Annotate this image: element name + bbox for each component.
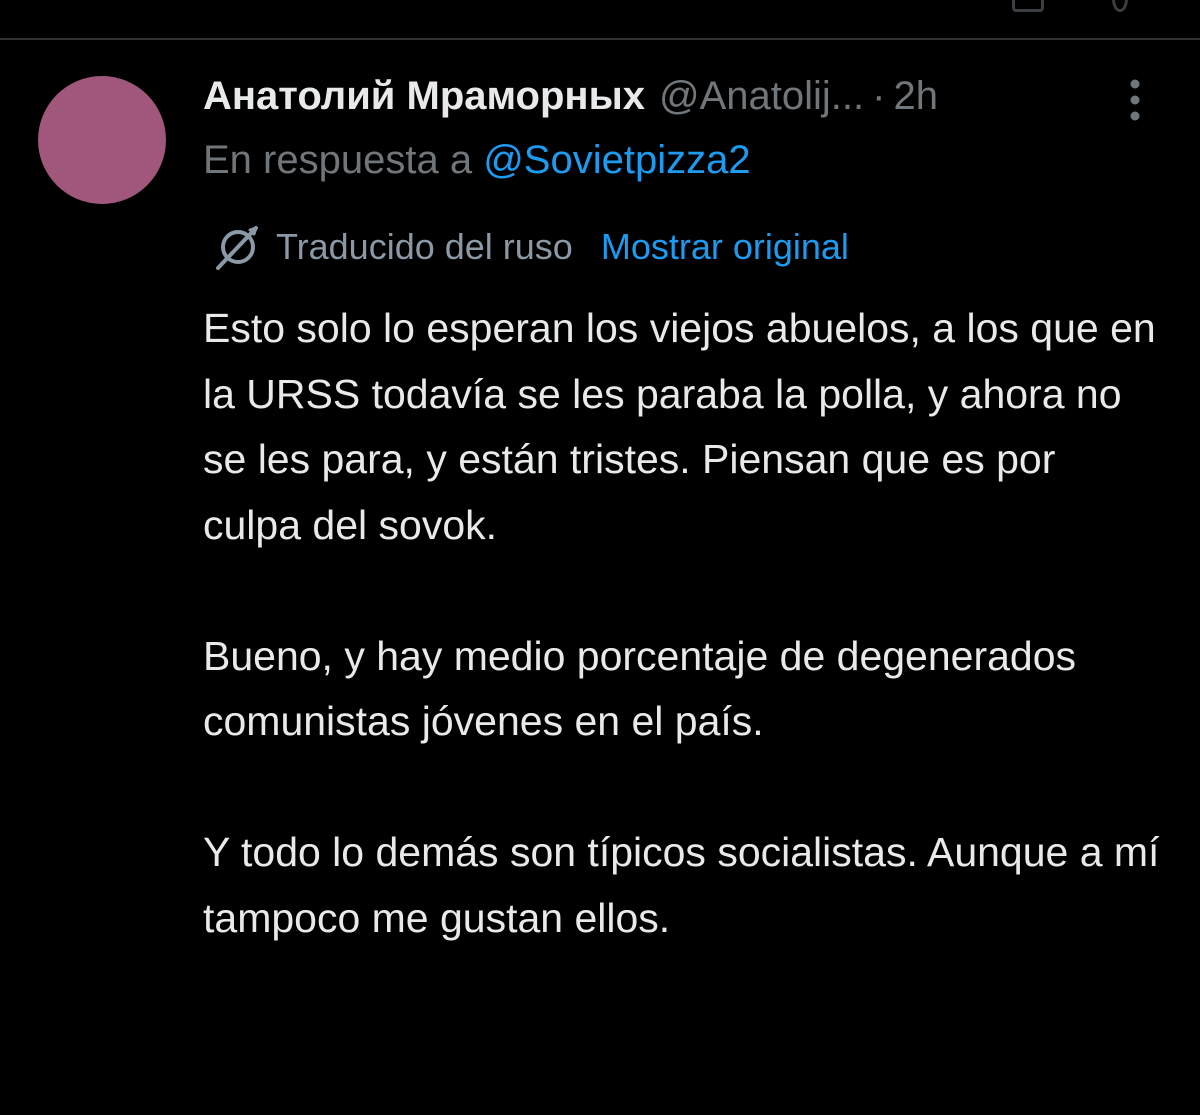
display-name[interactable]: Анатолий Мраморных [203, 74, 645, 119]
tweet-divider [0, 38, 1200, 40]
translated-label: Traducido del ruso [276, 226, 573, 267]
previous-tweet-action-bar [0, 0, 1200, 39]
show-original-link[interactable]: Mostrar original [601, 226, 849, 268]
timestamp[interactable]: 2h [893, 74, 938, 119]
reply-to-link[interactable]: @Sovietpizza2 [483, 138, 750, 182]
reply-prefix: En respuesta a [203, 138, 473, 182]
tweet-header: Анатолий Мраморных @Anatolij... · 2h [203, 68, 1103, 124]
avatar[interactable] [38, 76, 166, 204]
translate-icon [216, 226, 258, 270]
more-vertical-icon[interactable] [1118, 76, 1152, 124]
tweet-paragraph: Esto solo lo esperan los viejos abuelos,… [203, 305, 1156, 548]
tweet-paragraph: Y todo lo demás son típicos socialistas.… [203, 829, 1160, 941]
tweet-paragraph: Bueno, y hay medio porcentaje de degener… [203, 632, 1077, 745]
separator-dot: · [872, 73, 886, 118]
tweet-text: Esto solo lo esperan los viejos abuelos,… [203, 296, 1163, 951]
translation-bar: Traducido del ruso Mostrar original [212, 222, 849, 272]
share-icon[interactable] [1112, 0, 1128, 12]
reply-context: En respuesta a @Sovietpizza2 [203, 138, 751, 183]
user-handle[interactable]: @Anatolij... [659, 74, 864, 119]
bookmark-icon[interactable] [1012, 0, 1044, 12]
